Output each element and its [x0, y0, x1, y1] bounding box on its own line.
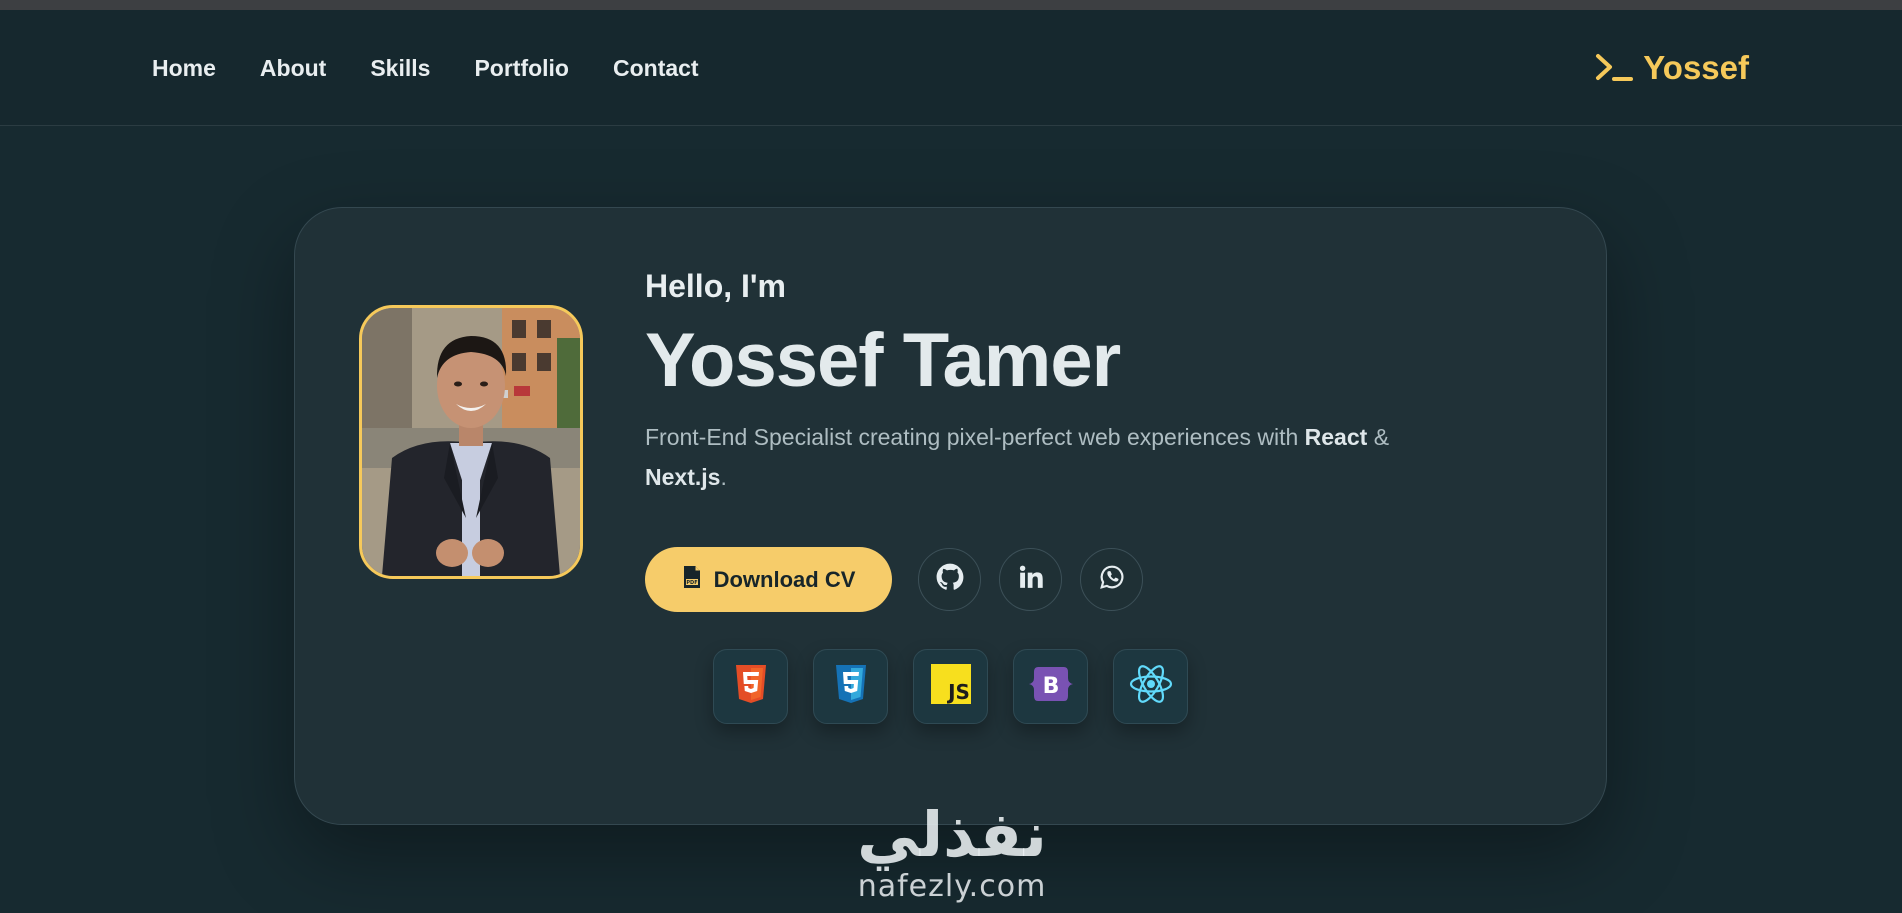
hero-tagline: Front-End Specialist creating pixel-perf…: [645, 417, 1425, 497]
nav-links: Home About Skills Portfolio Contact: [152, 10, 699, 126]
tech-badge-bootstrap: B: [1013, 649, 1088, 724]
pdf-file-icon: PDF: [682, 565, 702, 595]
whatsapp-link[interactable]: [1080, 548, 1143, 611]
brand-name: Yossef: [1643, 49, 1749, 86]
nav-link-contact[interactable]: Contact: [613, 55, 699, 82]
nafezly-watermark: نفذلي nafezly.com: [842, 800, 1062, 913]
html5-icon: [734, 664, 768, 709]
bootstrap-icon: B: [1028, 664, 1074, 709]
linkedin-icon: [1018, 564, 1044, 595]
nav-link-home[interactable]: Home: [152, 55, 216, 82]
nav-link-portfolio[interactable]: Portfolio: [474, 55, 569, 82]
svg-text:PDF: PDF: [686, 580, 697, 586]
tech-badge-javascript: JS: [913, 649, 988, 724]
terminal-prompt-icon: [1595, 53, 1634, 83]
tagline-end: .: [720, 463, 727, 490]
tech-stack-row: JS B: [713, 649, 1188, 724]
tagline-text: Front-End Specialist creating pixel-perf…: [645, 423, 1305, 450]
download-cv-label: Download CV: [713, 566, 856, 592]
hero-content: Hello, I'm Yossef Tamer Front-End Specia…: [645, 268, 1465, 497]
tagline-react: React: [1304, 423, 1368, 450]
github-link[interactable]: [918, 548, 981, 611]
svg-text:JS: JS: [946, 680, 970, 704]
nav-link-about[interactable]: About: [260, 55, 326, 82]
linkedin-link[interactable]: [999, 548, 1062, 611]
github-icon: [936, 563, 964, 596]
svg-text:B: B: [1042, 674, 1059, 699]
hero-name: Yossef Tamer: [645, 318, 1121, 403]
css3-icon: [834, 664, 868, 709]
tech-badge-react: [1113, 649, 1188, 724]
hero-card: Hello, I'm Yossef Tamer Front-End Specia…: [294, 207, 1607, 825]
watermark-latin: nafezly.com: [857, 869, 1047, 904]
hero-actions: PDF Download CV: [645, 547, 1143, 612]
watermark-arabic: نفذلي: [857, 798, 1047, 871]
tech-badge-css3: [813, 649, 888, 724]
download-cv-button[interactable]: PDF Download CV: [645, 547, 892, 612]
greeting: Hello, I'm: [645, 268, 786, 304]
tagline-amp: &: [1367, 423, 1390, 450]
brand-logo[interactable]: Yossef: [1595, 10, 1749, 126]
nav-link-skills[interactable]: Skills: [370, 55, 430, 82]
whatsapp-icon: [1099, 564, 1125, 595]
tech-badge-html5: [713, 649, 788, 724]
profile-photo: [359, 305, 583, 579]
social-links: [918, 548, 1143, 611]
javascript-icon: JS: [930, 664, 971, 709]
react-icon: [1128, 663, 1174, 710]
browser-top-strip: [0, 0, 1902, 10]
tagline-nextjs: Next.js: [645, 463, 721, 490]
navbar: Home About Skills Portfolio Contact Yoss…: [0, 10, 1902, 126]
